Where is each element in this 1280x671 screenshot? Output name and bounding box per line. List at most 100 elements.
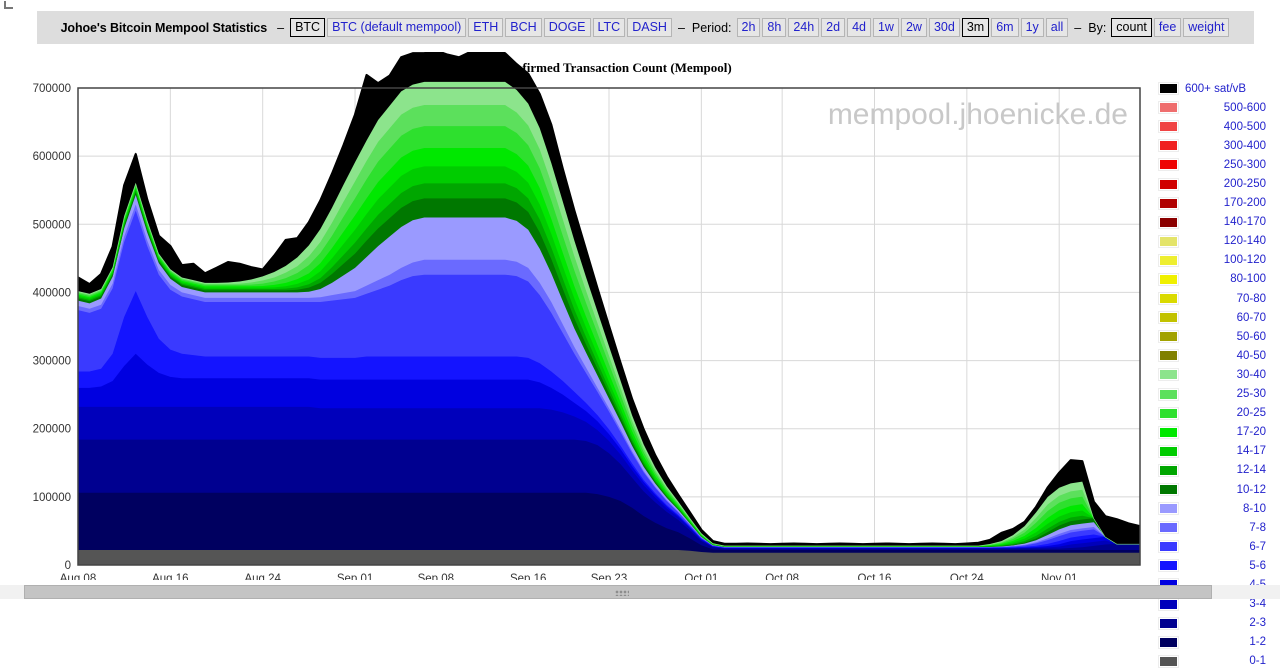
legend-label: 14-17 [1236, 445, 1266, 458]
page-title: Johoe's Bitcoin Mempool Statistics [60, 20, 268, 35]
legend-item[interactable]: 120-140 [1158, 232, 1278, 251]
legend-item[interactable]: 10-12 [1158, 480, 1278, 499]
legend-label: 25-30 [1236, 388, 1266, 401]
coin-button-btc-default-mempool[interactable]: BTC (default mempool) [327, 18, 467, 37]
legend-item[interactable]: 25-30 [1158, 385, 1278, 404]
legend-swatch-icon [1158, 177, 1179, 191]
legend-item[interactable]: 7-8 [1158, 518, 1278, 537]
legend-swatch-icon [1158, 158, 1179, 172]
y-axis-tick-label: 100000 [33, 492, 71, 504]
legend-item[interactable]: 400-500 [1158, 117, 1278, 136]
period-button-3m[interactable]: 3m [961, 18, 990, 37]
scrollbar-thumb[interactable] [24, 585, 1212, 599]
period-button-4d[interactable]: 4d [847, 18, 871, 37]
legend-item[interactable]: 300-400 [1158, 136, 1278, 155]
period-button-all[interactable]: all [1045, 18, 1069, 37]
legend-item[interactable]: 200-250 [1158, 174, 1278, 193]
scrollbar-grip-icon [615, 590, 629, 596]
coin-button-doge[interactable]: DOGE [543, 18, 591, 37]
legend-label: 170-200 [1223, 197, 1266, 210]
legend-item[interactable]: 80-100 [1158, 270, 1278, 289]
legend-swatch-icon [1158, 139, 1179, 153]
x-axis-tick-label: Oct 24 [950, 573, 984, 580]
period-button-2h[interactable]: 2h [736, 18, 761, 37]
period-button-8h[interactable]: 8h [762, 18, 787, 37]
legend-item[interactable]: 50-60 [1158, 327, 1278, 346]
y-axis-tick-label: 400000 [33, 287, 71, 299]
legend-item[interactable]: 70-80 [1158, 289, 1278, 308]
legend-swatch-icon [1158, 292, 1179, 306]
legend-label: 300-400 [1223, 139, 1266, 152]
legend-label: 250-300 [1223, 158, 1266, 171]
legend-label: 0-1 [1249, 655, 1266, 668]
legend-item[interactable]: 170-200 [1158, 194, 1278, 213]
toolbar-separator-2: – [677, 20, 685, 35]
legend-item[interactable]: 2-3 [1158, 614, 1278, 633]
x-axis-tick-label: Sep 01 [337, 573, 373, 580]
y-axis-tick-label: 500000 [33, 219, 71, 231]
y-axis-tick-label: 700000 [33, 83, 71, 95]
legend-item[interactable]: 30-40 [1158, 365, 1278, 384]
legend-item[interactable]: 140-170 [1158, 213, 1278, 232]
mempool-area-chart[interactable]: Unconfirmed Transaction Count (Mempool)0… [0, 52, 1160, 580]
legend-item[interactable]: 17-20 [1158, 423, 1278, 442]
period-button-24h[interactable]: 24h [788, 18, 820, 37]
coin-button-btc[interactable]: BTC [290, 18, 326, 37]
legend-item[interactable]: 250-300 [1158, 155, 1278, 174]
x-axis-tick-label: Nov 01 [1041, 573, 1077, 580]
legend-item[interactable]: 600+ sat/vB [1158, 79, 1278, 98]
legend-label: 600+ sat/vB [1185, 82, 1247, 95]
legend-item[interactable]: 14-17 [1158, 442, 1278, 461]
period-button-1w[interactable]: 1w [872, 18, 899, 37]
coin-button-dash[interactable]: DASH [627, 18, 672, 37]
legend-label: 80-100 [1230, 273, 1266, 286]
horizontal-scrollbar[interactable] [0, 585, 1280, 599]
x-axis-tick-label: Oct 16 [858, 573, 892, 580]
legend-item[interactable]: 40-50 [1158, 346, 1278, 365]
legend-label: 400-500 [1223, 120, 1266, 133]
by-button-weight[interactable]: weight [1183, 18, 1230, 37]
legend-label: 100-120 [1223, 254, 1266, 267]
period-button-30d[interactable]: 30d [928, 18, 960, 37]
legend-item[interactable]: 0-1 [1158, 652, 1278, 671]
legend-swatch-icon [1158, 444, 1179, 458]
legend-item[interactable]: 60-70 [1158, 308, 1278, 327]
legend-swatch-icon [1158, 311, 1179, 325]
y-axis-tick-label: 0 [65, 560, 71, 572]
legend-label: 1-2 [1249, 636, 1266, 649]
legend-swatch-icon [1158, 483, 1179, 497]
period-button-2d[interactable]: 2d [821, 18, 846, 37]
period-button-group: 2h 8h 24h 2d 4d 1w 2w 30d 3m 6m 1y all [736, 18, 1070, 37]
period-button-2w[interactable]: 2w [900, 18, 927, 37]
period-button-6m[interactable]: 6m [991, 18, 1019, 37]
legend-label: 40-50 [1236, 349, 1266, 362]
legend-item[interactable]: 5-6 [1158, 556, 1278, 575]
legend-item[interactable]: 8-10 [1158, 499, 1278, 518]
coin-button-group: BTC BTC (default mempool) ETH BCH DOGE LTC DAS… [289, 18, 673, 37]
legend-item[interactable]: 500-600 [1158, 98, 1278, 117]
coin-button-ltc[interactable]: LTC [592, 18, 626, 37]
legend-label: 500-600 [1223, 101, 1266, 114]
x-axis-tick-label: Oct 01 [684, 573, 718, 580]
x-axis-tick-label: Aug 24 [244, 573, 281, 580]
x-axis-tick-label: Sep 23 [591, 573, 627, 580]
toolbar-separator-3: – [1074, 20, 1082, 35]
by-button-fee[interactable]: fee [1153, 18, 1182, 37]
by-button-count[interactable]: count [1111, 18, 1152, 37]
period-button-1y[interactable]: 1y [1020, 18, 1044, 37]
legend-item[interactable]: 1-2 [1158, 633, 1278, 652]
legend-item[interactable]: 6-7 [1158, 537, 1278, 556]
legend-item[interactable]: 12-14 [1158, 461, 1278, 480]
coin-button-bch[interactable]: BCH [505, 18, 542, 37]
legend-item[interactable]: 20-25 [1158, 404, 1278, 423]
x-axis-tick-label: Aug 16 [152, 573, 188, 580]
x-axis-tick-label: Sep 08 [418, 573, 454, 580]
legend-swatch-icon [1158, 387, 1179, 401]
legend-item[interactable]: 100-120 [1158, 251, 1278, 270]
legend-swatch-icon [1158, 196, 1179, 210]
by-button-group: count fee weight [1110, 18, 1230, 37]
legend-label: 200-250 [1223, 178, 1266, 191]
legend-swatch-icon [1158, 82, 1179, 96]
y-axis-tick-label: 600000 [33, 151, 71, 163]
coin-button-eth[interactable]: ETH [468, 18, 504, 37]
